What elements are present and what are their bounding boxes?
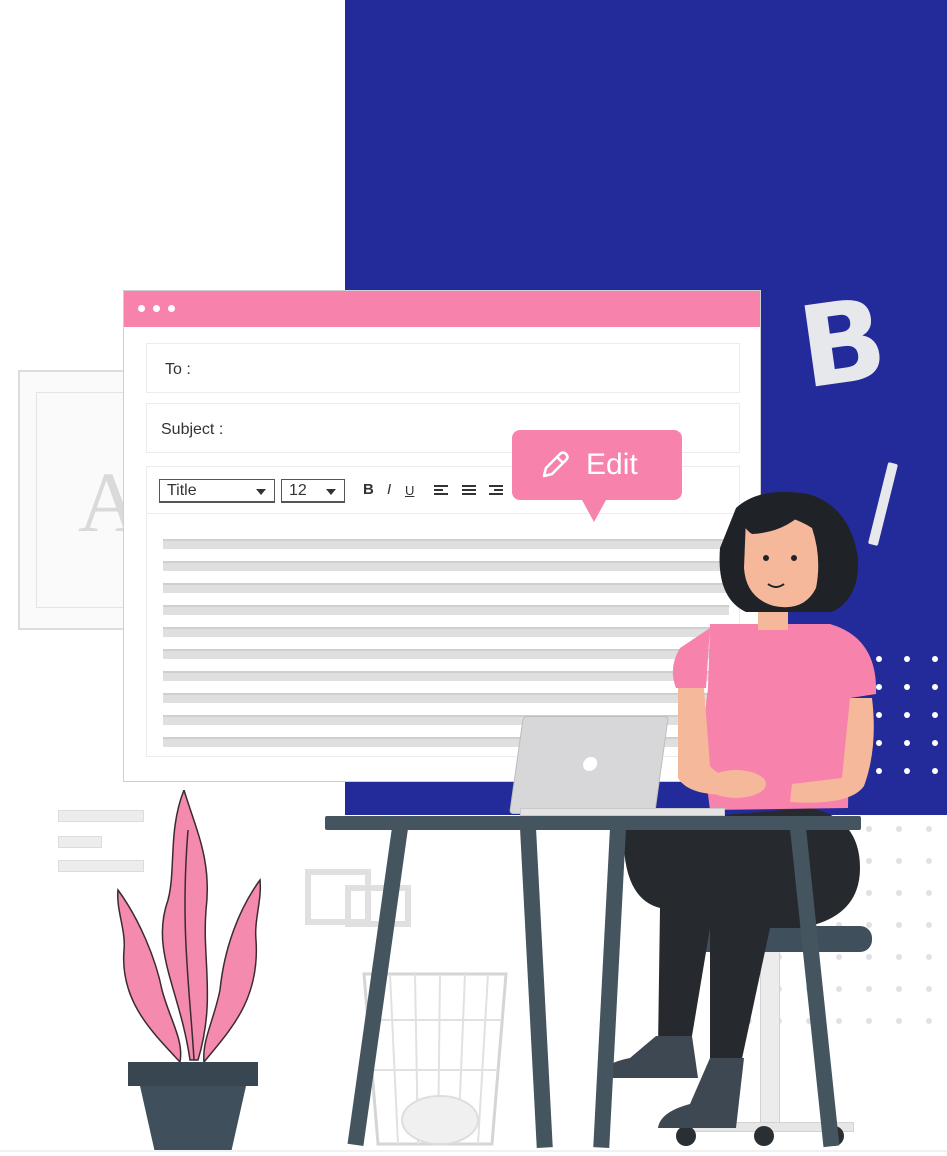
italic-button[interactable]: I [387, 481, 391, 498]
pencil-icon [542, 451, 569, 478]
subject-label: Subject : [161, 421, 224, 438]
chevron-down-icon [256, 489, 266, 495]
window-dot-icon[interactable] [153, 305, 160, 312]
window-dot-icon[interactable] [168, 305, 175, 312]
plant-pot [140, 1086, 246, 1152]
picture-frame: A [18, 370, 140, 630]
align-right-icon[interactable] [489, 485, 503, 495]
sketch-bar [58, 836, 102, 848]
dot-pattern-light [876, 656, 938, 774]
edit-label: Edit [586, 448, 638, 481]
font-size-select[interactable]: 12 [281, 479, 345, 503]
style-select[interactable]: Title [159, 479, 275, 503]
plant-pot-rim [128, 1062, 258, 1086]
bold-button[interactable]: B [363, 481, 374, 498]
desk-leg [520, 827, 553, 1148]
pink-plant [117, 790, 262, 1064]
floor-line [0, 1150, 947, 1152]
laptop-screen [509, 716, 669, 814]
font-size-value: 12 [289, 482, 307, 499]
window-dot-icon[interactable] [138, 305, 145, 312]
laptop-base [520, 808, 725, 816]
underline-button[interactable]: U [405, 483, 414, 498]
window-title-bar [124, 291, 760, 327]
align-center-icon[interactable] [462, 485, 476, 495]
to-label: To : [165, 361, 191, 378]
style-select-value: Title [167, 482, 197, 499]
laptop-logo-icon [582, 757, 599, 771]
align-left-icon[interactable] [434, 485, 448, 495]
floating-bold-letter: B [791, 273, 895, 415]
chevron-down-icon [326, 489, 336, 495]
to-field[interactable]: To : [146, 343, 740, 393]
